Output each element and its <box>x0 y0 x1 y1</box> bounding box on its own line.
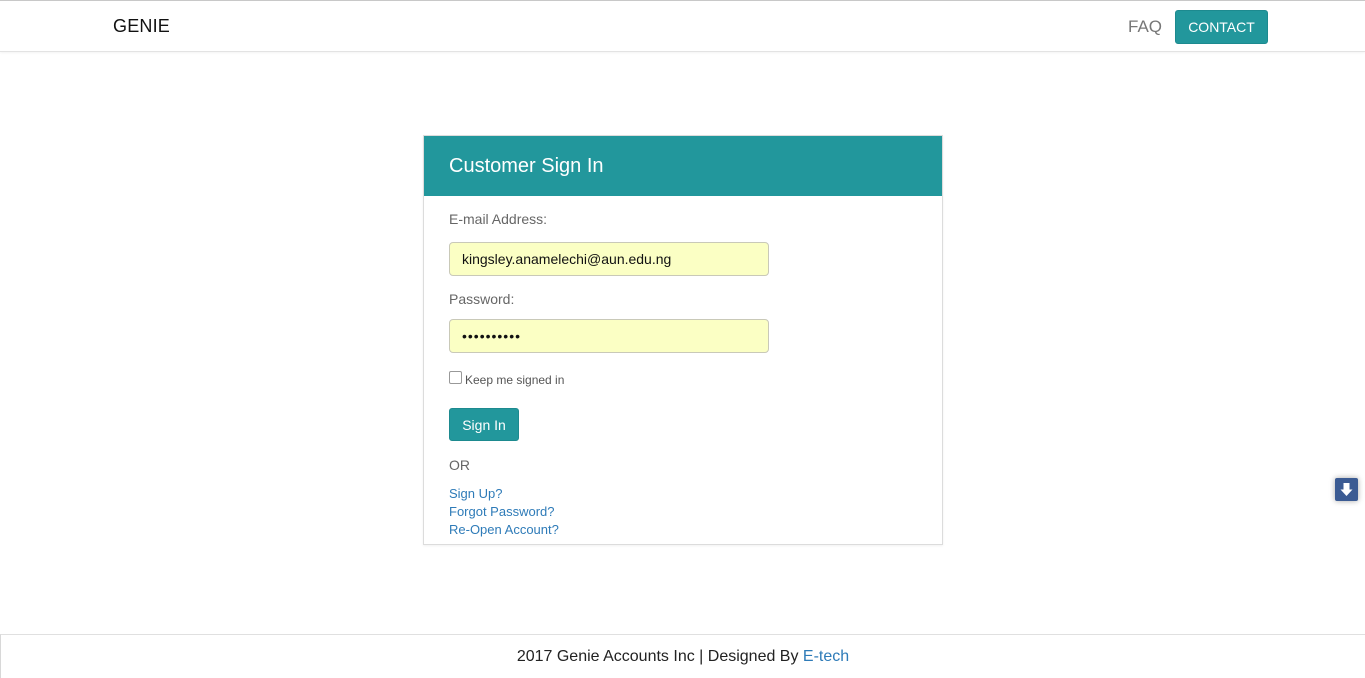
sign-in-button[interactable]: Sign In <box>449 408 519 441</box>
sign-up-link[interactable]: Sign Up? <box>449 486 502 501</box>
password-field[interactable] <box>449 319 769 353</box>
signin-title: Customer Sign In <box>424 136 942 196</box>
scroll-down-button[interactable] <box>1335 478 1358 501</box>
or-separator: OR <box>449 457 470 473</box>
brand-logo[interactable]: GENIE <box>113 16 170 37</box>
email-field[interactable] <box>449 242 769 276</box>
reopen-account-link[interactable]: Re-Open Account? <box>449 522 559 537</box>
contact-button[interactable]: CONTACT <box>1175 10 1268 44</box>
keep-signed-in-label: Keep me signed in <box>465 373 565 387</box>
footer-text: 2017 Genie Accounts Inc | Designed By <box>516 647 803 665</box>
signin-panel: Customer Sign In E-mail Address: Passwor… <box>423 135 943 545</box>
footer: 2017 Genie Accounts Inc | Designed By E-… <box>0 634 1365 678</box>
password-label: Password: <box>449 291 515 307</box>
email-label: E-mail Address: <box>449 211 548 227</box>
arrow-down-icon <box>1340 483 1353 496</box>
forgot-password-link[interactable]: Forgot Password? <box>449 504 555 519</box>
keep-signed-in-checkbox[interactable] <box>449 371 462 384</box>
footer-designer-link[interactable]: E-tech <box>803 648 849 666</box>
nav-faq-link[interactable]: FAQ <box>1128 17 1162 37</box>
top-navbar: GENIE FAQ CONTACT <box>0 0 1365 52</box>
